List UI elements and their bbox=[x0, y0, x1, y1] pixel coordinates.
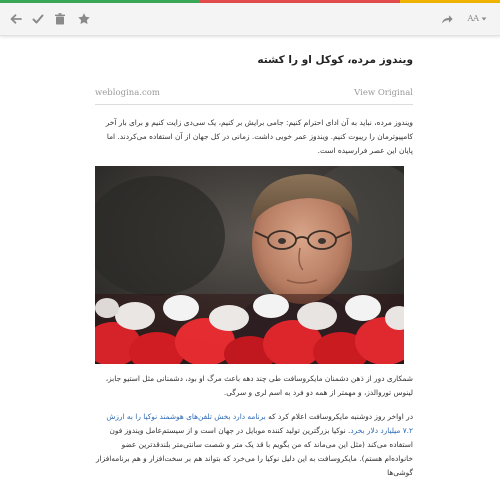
divider bbox=[95, 104, 413, 105]
star-icon[interactable] bbox=[74, 9, 94, 29]
photo-caption: شمکاری دور از ذهن دشمنان مایکروسافت طی چ… bbox=[105, 374, 413, 397]
back-arrow-icon[interactable] bbox=[6, 9, 26, 29]
reader-toolbar: AA bbox=[0, 3, 500, 36]
source-site: weblogina.com bbox=[95, 88, 160, 98]
article-source-row: weblogina.com View Original bbox=[95, 88, 413, 102]
view-original-link[interactable]: View Original bbox=[354, 88, 413, 98]
body-paragraph: در اواخر روز دوشنبه مایکروسافت اعلام کرد… bbox=[95, 410, 413, 480]
article-photo bbox=[95, 166, 404, 364]
article-title: ویندوز مرده، کوکل او را کشته bbox=[257, 54, 413, 66]
trash-icon[interactable] bbox=[50, 9, 70, 29]
text-size-icon[interactable]: AA bbox=[462, 9, 492, 29]
intro-paragraph: ویندوز مرده، نباید به آن ادای احترام کنی… bbox=[105, 118, 413, 155]
checkmark-icon[interactable] bbox=[28, 9, 48, 29]
body-text-start: در اواخر روز دوشنبه مایکروسافت اعلام کرد… bbox=[265, 412, 413, 421]
share-arrow-icon[interactable] bbox=[437, 9, 457, 29]
text-size-label: AA bbox=[467, 14, 479, 24]
